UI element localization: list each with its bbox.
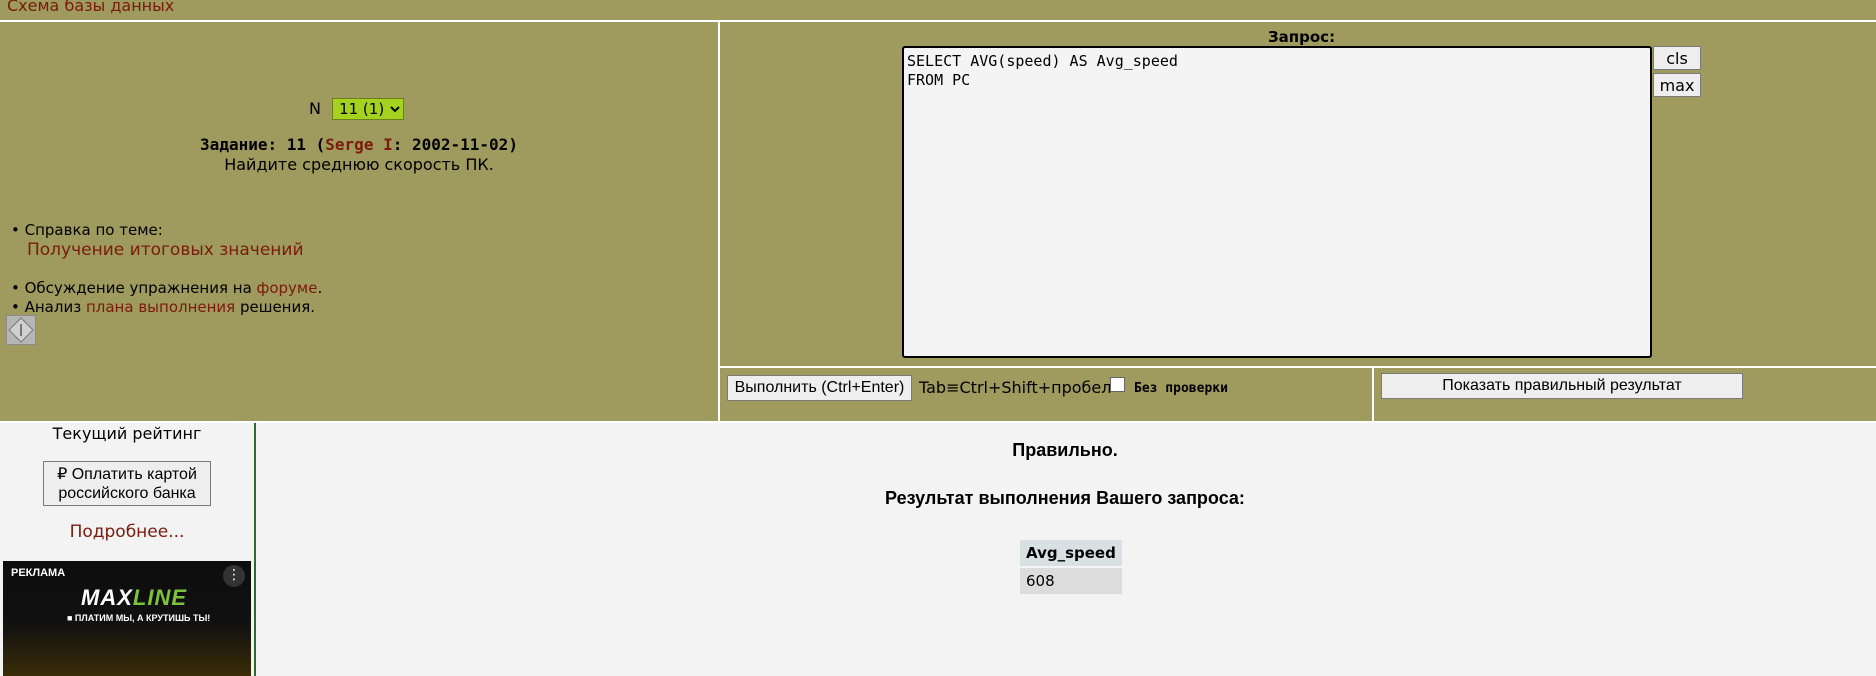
task-description: Найдите среднюю скорость ПК. bbox=[224, 155, 494, 174]
tab-hint: Tab≡Ctrl+Shift+пробел bbox=[919, 378, 1112, 397]
result-heading: Результат выполнения Вашего запроса: bbox=[885, 488, 1245, 508]
ad-tagline: ■ ПЛАТИМ МЫ, А КРУТИШЬ ТЫ! bbox=[67, 613, 211, 623]
column-header: Avg_speed bbox=[1020, 540, 1122, 566]
task-selector: N 11 (1) bbox=[309, 98, 405, 120]
pay-button-line2: российского банка bbox=[58, 485, 196, 502]
maximize-button[interactable]: max bbox=[1653, 73, 1701, 97]
show-correct-result-button[interactable]: Показать правильный результат bbox=[1381, 373, 1743, 399]
ad-label: РЕКЛАМА bbox=[11, 567, 66, 579]
schema-link[interactable]: Схема базы данных bbox=[7, 0, 174, 15]
forum-prefix: • Обсуждение упражнения на bbox=[11, 279, 257, 297]
selector-label: N bbox=[309, 99, 321, 118]
table-cell: 608 bbox=[1020, 568, 1122, 594]
query-label: Запрос: bbox=[1268, 28, 1336, 46]
plan-line: • Анализ плана выполнения решения. bbox=[11, 298, 315, 316]
task-number-select[interactable]: 11 (1) bbox=[332, 98, 405, 120]
result-header-row: Avg_speed bbox=[1020, 540, 1122, 566]
plan-prefix: • Анализ bbox=[11, 298, 86, 316]
pay-button-line1: ₽ Оплатить картой bbox=[57, 466, 197, 483]
help-label: • Справка по теме: bbox=[11, 221, 163, 239]
table-row: 608 bbox=[1020, 568, 1122, 594]
clear-button[interactable]: cls bbox=[1653, 46, 1701, 70]
no-check-checkbox[interactable] bbox=[1110, 377, 1125, 392]
top-bar: Схема базы данных bbox=[0, 0, 1876, 20]
ad-logo: MAXLINE bbox=[81, 585, 187, 611]
middle-divider bbox=[0, 421, 1876, 423]
execute-button[interactable]: Выполнить (Ctrl+Enter) bbox=[727, 375, 912, 401]
no-check-label: Без проверки bbox=[1134, 381, 1228, 396]
result-table: Avg_speed 608 bbox=[1018, 538, 1124, 596]
more-link[interactable]: Подробнее... bbox=[0, 522, 254, 542]
more-options-icon[interactable]: ⋮ bbox=[223, 565, 245, 587]
ad-logo-max: MAX bbox=[81, 585, 133, 610]
forum-suffix: . bbox=[317, 279, 323, 297]
query-editor[interactable]: SELECT AVG(speed) AS Avg_speed FROM PC bbox=[902, 46, 1652, 358]
plan-suffix: решения. bbox=[235, 298, 316, 316]
forum-line: • Обсуждение упражнения на форуме. bbox=[11, 279, 322, 297]
ad-banner[interactable]: РЕКЛАМА ⋮ MAXLINE ■ ПЛАТИМ МЫ, А КРУТИШЬ… bbox=[3, 561, 251, 676]
rating-title: Текущий рейтинг bbox=[52, 424, 202, 443]
task-title-prefix: Задание: 11 ( bbox=[200, 135, 326, 154]
execution-plan-link[interactable]: плана выполнения bbox=[86, 298, 235, 316]
task-title: Задание: 11 (Serge I: 2002-11-02) bbox=[0, 135, 718, 154]
pay-card-button[interactable]: ₽ Оплатить картой российского банка bbox=[43, 461, 211, 506]
info-icon[interactable] bbox=[6, 315, 36, 345]
forum-link[interactable]: форуме bbox=[257, 279, 318, 297]
task-author-link[interactable]: Serge I bbox=[325, 135, 392, 154]
help-topic-link[interactable]: Получение итоговых значений bbox=[27, 240, 304, 260]
result-status: Правильно. bbox=[1012, 440, 1118, 460]
task-title-suffix: : 2002-11-02) bbox=[392, 135, 518, 154]
ad-logo-line: LINE bbox=[132, 585, 188, 610]
